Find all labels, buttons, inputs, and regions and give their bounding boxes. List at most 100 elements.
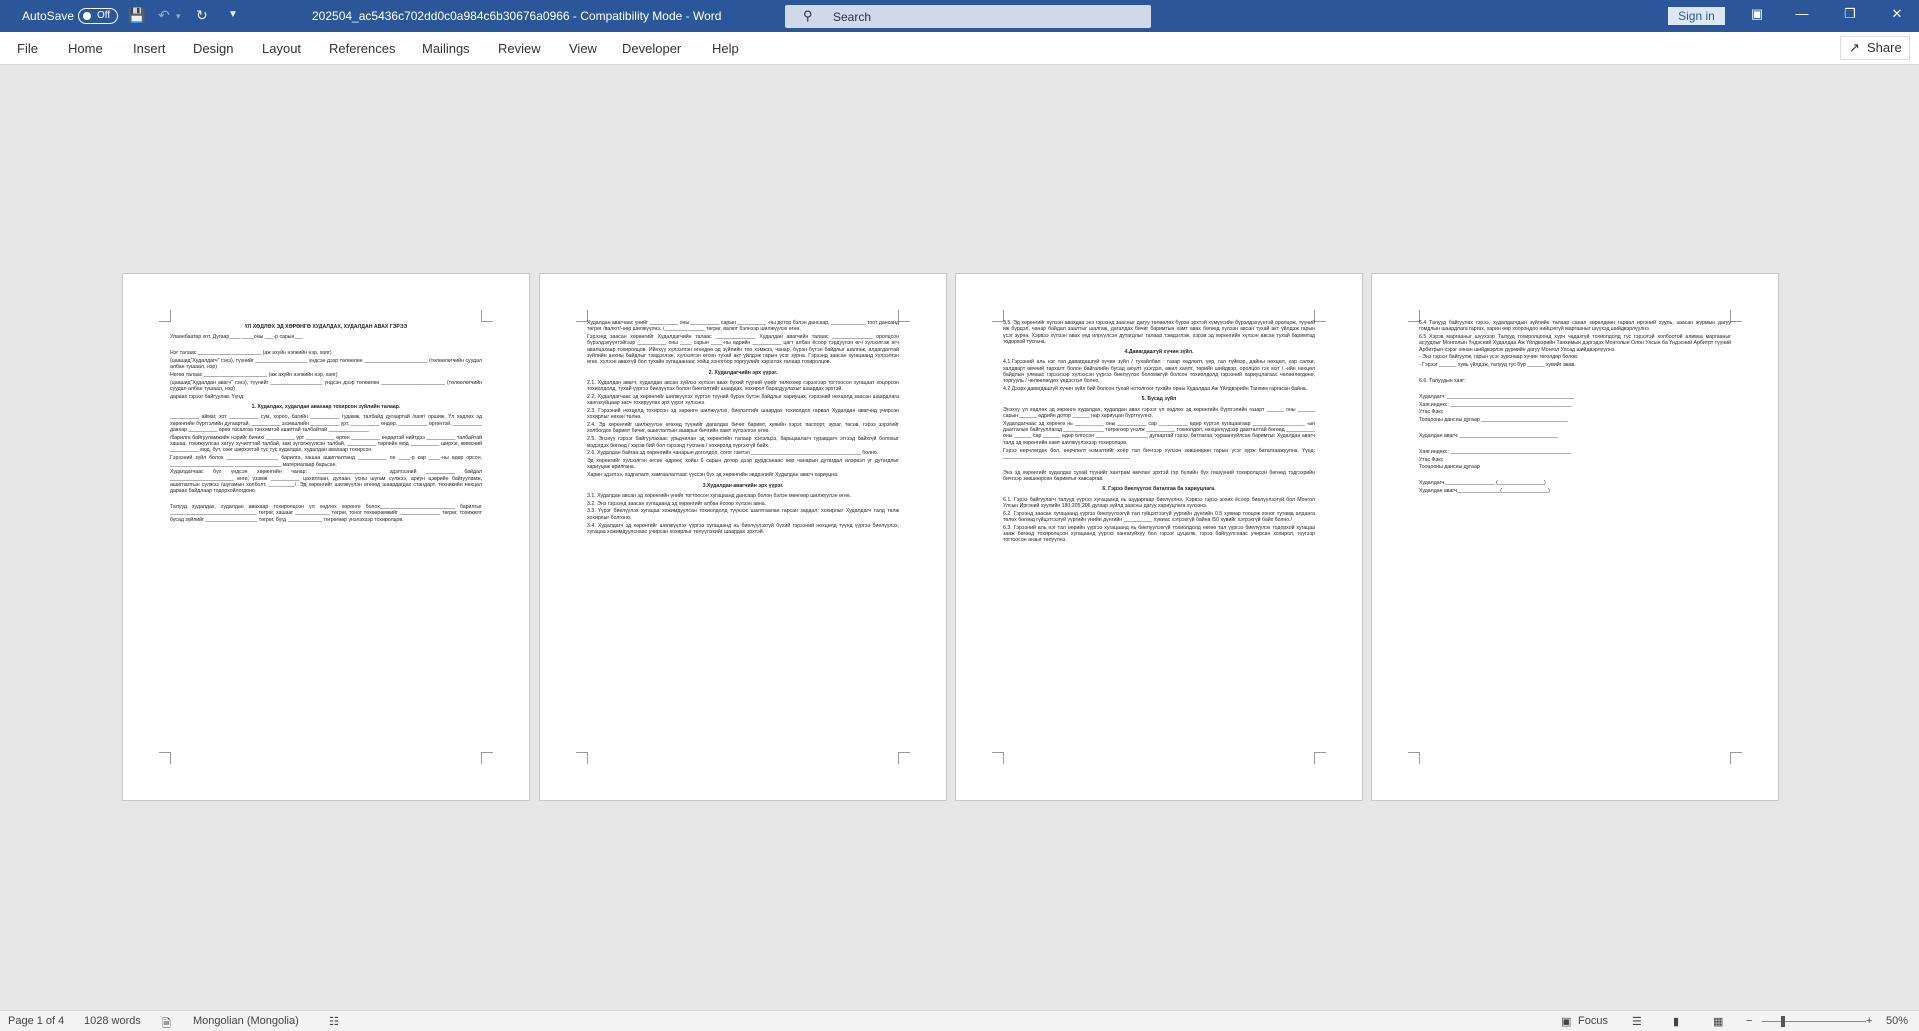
proofing-icon[interactable]: 🗎 [162, 1015, 171, 1031]
accessibility-icon[interactable]: ☷ [329, 1015, 339, 1028]
document-area[interactable]: ҮЛ ХӨДЛӨХ ЭД ХӨРӨНГӨ ХУДАЛДАХ, ХУДАЛДАН … [0, 65, 1919, 1010]
read-mode-icon[interactable]: ☰ [1632, 1015, 1642, 1028]
paragraph: 6.6. Талуудын хаяг: [1419, 378, 1466, 385]
print-layout-icon[interactable]: ▮ [1673, 1015, 1679, 1028]
paragraph: Утас Факс [1419, 409, 1444, 416]
crop-mark [992, 752, 1004, 764]
crop-mark [1730, 752, 1742, 764]
web-layout-icon[interactable]: ▦ [1713, 1015, 1723, 1028]
paragraph: 2.6. Худалдан байгаа эд хөрөнгийн чанары… [587, 450, 879, 457]
tab-help[interactable]: Help [712, 41, 739, 56]
crop-mark [481, 752, 493, 764]
focus-button[interactable]: Focus [1578, 1015, 1608, 1027]
autosave-label: AutoSave [22, 9, 75, 23]
minimize-icon[interactable]: — [1792, 6, 1812, 21]
page-3[interactable]: 3.5. Эд хөрөнгийг хүлээн авахдаа энэ гэр… [956, 274, 1362, 800]
paragraph: 3.3. Үүрэг биелүүлэх хугацаа хожимдуулса… [587, 508, 899, 521]
paragraph: 4.2 Дээрх давагдашгүй хүчин зүйл бий бол… [1003, 386, 1308, 393]
redo-icon[interactable]: ↻ [196, 7, 208, 24]
share-label: Share [1867, 40, 1902, 55]
sign-in-button[interactable]: Sign in [1668, 7, 1725, 25]
paragraph: Нөгөө талаас ______________________ (аж … [170, 371, 338, 378]
crop-mark [481, 310, 493, 322]
close-icon[interactable]: ✕ [1887, 6, 1907, 22]
paragraph: 6.2. Гэрээнд заасан хугацаанд үүргээ бие… [1003, 510, 1315, 523]
paragraph: 2.3. Гэрээний нөхцөлд тохирсон эд хөрөнг… [587, 408, 899, 421]
ribbon-display-options-icon[interactable]: ▣ [1747, 6, 1767, 22]
autosave-toggle[interactable]: Off [78, 8, 118, 24]
zoom-slider-thumb[interactable] [1781, 1016, 1785, 1027]
page-4[interactable]: 6.4 Талууд байгуулах гэрээ, худалдагчдын… [1372, 274, 1778, 800]
page-content: 6.4 Талууд байгуулах гэрээ, худалдагчдын… [1419, 320, 1731, 496]
undo-icon[interactable]: ↶ [158, 7, 170, 24]
zoom-slider[interactable] [1762, 1021, 1866, 1022]
paragraph: Худалдан авагчаас үнийг __________ оны _… [587, 320, 899, 333]
tab-developer[interactable]: Developer [622, 41, 681, 56]
word-count[interactable]: 1028 words [84, 1015, 141, 1027]
language[interactable]: Mongolian (Mongolia) [193, 1015, 299, 1027]
paragraph: Гэрээнд заасан хөрөнгийг Худалдагчийн та… [587, 334, 899, 366]
paragraph: Гэрээний зүйл болох __________________ б… [170, 455, 482, 468]
paragraph: Утас Факс [1419, 456, 1444, 463]
crop-mark [159, 752, 171, 764]
share-button[interactable]: ↗ Share [1840, 36, 1910, 60]
paragraph: Нэг талаас ______________________ (аж ах… [170, 350, 332, 357]
customize-quick-access-icon[interactable]: ▼ [228, 9, 238, 20]
paragraph: 2.5. Энэхүү гэрээг байгуулахаас урьдчила… [587, 436, 899, 449]
paragraph: /барилга байгууламжийн нэрийг бичих/ ___… [170, 434, 482, 454]
page-info[interactable]: Page 1 of 4 [8, 1015, 64, 1027]
paragraph: Худалдагчаас бүх үндсэн хөрөнгийн чанар:… [170, 469, 482, 495]
paragraph: 2.2. Худалдагчаас эд хөрөнгийг шилжүүлэх… [587, 393, 899, 407]
page-2[interactable]: Худалдан авагчаас үнийг __________ оны _… [540, 274, 946, 800]
tab-view[interactable]: View [569, 41, 597, 56]
zoom-level[interactable]: 50% [1886, 1015, 1908, 1027]
search-box[interactable]: ⚲ Search [785, 5, 1151, 28]
page-content: 3.5. Эд хөрөнгийг хүлээн авахдаа энэ гэр… [1003, 320, 1315, 545]
focus-icon[interactable]: ▣ [1561, 1015, 1571, 1028]
paragraph: (цаашид"Худалдагч" гэнэ), түүнийг ______… [170, 357, 482, 371]
save-icon[interactable]: 💾 [128, 7, 145, 24]
paragraph: Хаяг,индекс: ___________________________… [1419, 448, 1572, 455]
page-1[interactable]: ҮЛ ХӨДЛӨХ ЭД ХӨРӨНГӨ ХУДАЛДАХ, ХУДАЛДАН … [123, 274, 529, 800]
paragraph: - Гэрээг ______ хувь үйлдэж, талууд тус … [1419, 362, 1576, 369]
paragraph: 2.1. Худалдан авагч, худалдан авсан зүйл… [587, 379, 899, 393]
page-content: Худалдан авагчаас үнийг __________ оны _… [587, 320, 899, 537]
tab-references[interactable]: References [329, 41, 395, 56]
paragraph: Худалдагч _________________ (___________… [1419, 480, 1546, 487]
paragraph: 6.3. Гэрээний аль нэг тал өөрийн үүргээ … [1003, 524, 1315, 544]
status-bar: Page 1 of 4 1028 words 🗎 Mongolian (Mong… [0, 1010, 1919, 1031]
toggle-knob [83, 12, 91, 20]
tab-file[interactable]: File [17, 41, 38, 56]
zoom-in-icon[interactable]: + [1866, 1015, 1872, 1027]
section-heading: 4.Давагдашгүй хүчин зүйл. [1124, 349, 1194, 356]
tab-insert[interactable]: Insert [133, 41, 166, 56]
paragraph: Тооцооны дансны дугаар _________________… [1419, 417, 1568, 424]
title-bar: AutoSave Off 💾 ↶ ▾ ↻ ▼ 202504_ac5436c702… [0, 0, 1919, 32]
paragraph: 6.5 Хэрэв маргааныг шүүхээр Талууд тохир… [1419, 334, 1731, 353]
paragraph: Тооцооны дансны дугаар [1419, 464, 1480, 471]
zoom-out-icon[interactable]: − [1746, 1015, 1752, 1027]
section-heading: 1. Худалдах, худалдан авахаар тохирсон з… [251, 404, 401, 411]
paragraph: Харин эдэлгээ, хадгалалт, хамгаалалтаас … [587, 472, 839, 479]
tab-home[interactable]: Home [68, 41, 103, 56]
restore-icon[interactable]: ❐ [1840, 6, 1860, 22]
paragraph: 3.4. Худалдагч эд хөрөнгийг шилжүүлэх үү… [587, 522, 899, 535]
tab-layout[interactable]: Layout [262, 41, 301, 56]
paragraph: 3.2. Энэ гэрээнд заасан хугацаанд эд хөр… [587, 500, 767, 507]
crop-mark [1314, 310, 1326, 322]
tab-review[interactable]: Review [498, 41, 541, 56]
paragraph: 6.1. Гэрээ байгуулагч талууд үүргээ хуга… [1003, 496, 1315, 509]
paragraph: 2.4. Эд хөрөнгийг шилжүүлэн өгөхөд түүни… [587, 422, 899, 435]
crop-mark [1730, 310, 1742, 322]
undo-dropdown-icon[interactable]: ▾ [176, 11, 181, 22]
tab-mailings[interactable]: Mailings [422, 41, 470, 56]
paragraph: (цаашид"Худалдан авагч" гэнэ), түүнийг _… [170, 379, 482, 393]
tab-design[interactable]: Design [193, 41, 233, 56]
search-placeholder: Search [833, 10, 872, 24]
paragraph: Энэхүү үл хөдлөх эд хөрөнгө худалдах, ху… [1003, 406, 1315, 420]
